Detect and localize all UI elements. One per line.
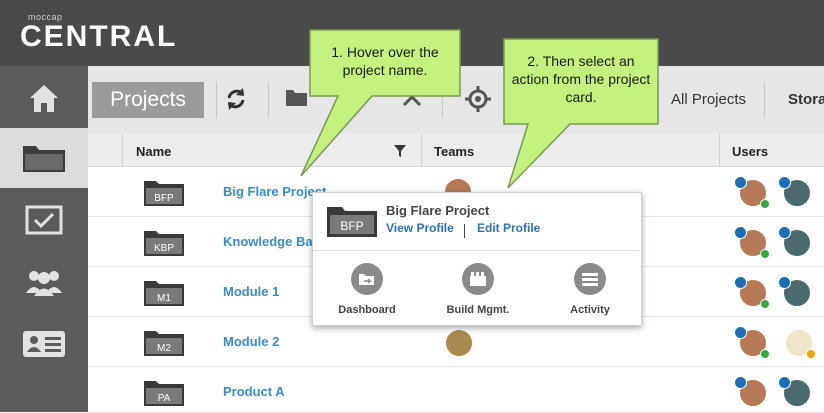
callout-one-text: 1. Hover over the project name. [331,44,439,78]
callout-two-text: 2. Then select an action from the projec… [511,53,651,105]
